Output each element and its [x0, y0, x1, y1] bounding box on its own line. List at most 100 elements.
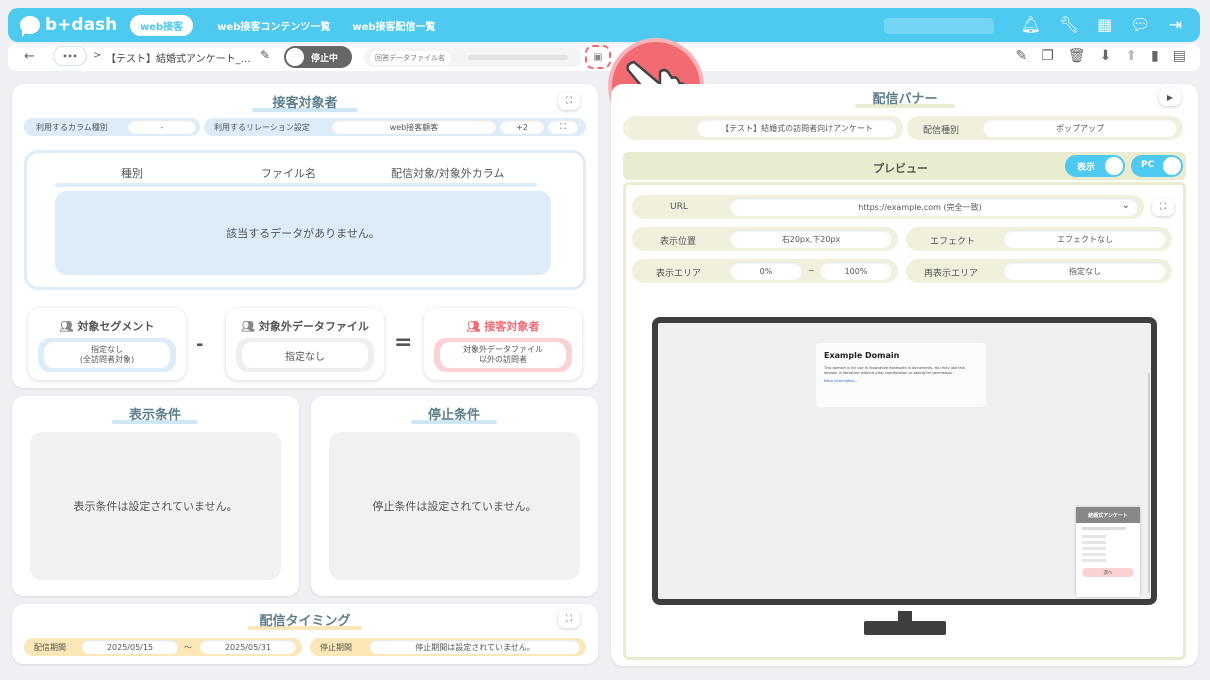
position-label: 表示位置 [660, 237, 697, 247]
preview-header: プレビュー 表示 PC [623, 152, 1186, 180]
banner-type-row: 配信種別 ポップアップ [907, 116, 1183, 140]
result-value: 対象外データファイル 以外の訪問者 [440, 342, 566, 368]
popup-preview: 結婚式アンケート 次へ [1076, 507, 1140, 597]
period-end: 2025/05/31 [200, 640, 296, 654]
col-file-header: ファイル名 [261, 167, 316, 180]
stop-condition-title: 停止条件 [411, 404, 497, 424]
logout-icon[interactable]: ⇥ [1169, 17, 1182, 33]
result-value-box: 対象外データファイル 以外の訪問者 [434, 338, 572, 372]
breadcrumb-separator: > [93, 50, 102, 61]
redisplay-value: 指定なし [1004, 262, 1166, 280]
monitor-stand [864, 621, 946, 635]
result-card: 👥︎ 接客対象者 対象外データファイル 以外の訪問者 [424, 308, 582, 380]
blurred-file-name [468, 55, 568, 60]
logo-text: b+dash [45, 15, 118, 35]
period-label: 配信期間 [34, 643, 66, 652]
banner-name-value: 【テスト】結婚式の訪問者向けアンケート [697, 119, 897, 137]
banner-panel: 配信バナー ▶ 【テスト】結婚式の訪問者向けアンケート 配信種別 ポップアップ … [611, 84, 1198, 666]
segment-value: 指定なし (全訪問者対象) [44, 342, 170, 368]
relation-more[interactable]: +2 [500, 120, 544, 134]
grid-icon[interactable]: ▦ [1097, 17, 1112, 33]
users-icon: 👥︎ [59, 320, 78, 333]
copy-icon[interactable]: ❐ [1041, 48, 1054, 64]
segment-value-box: 指定なし (全訪問者対象) [38, 338, 176, 372]
more-button[interactable]: ••• [54, 47, 86, 65]
display-condition-empty: 表示条件は設定されていません。 [30, 432, 281, 580]
show-toggle[interactable]: 表示 [1065, 155, 1125, 177]
banner-type-label: 配信種別 [923, 126, 960, 136]
timing-expand-button[interactable]: ⛶ [558, 610, 580, 628]
column-type-label: 利用するカラム種別 [36, 123, 108, 132]
display-condition-panel: 表示条件 表示条件は設定されていません。 [12, 396, 299, 596]
download-icon[interactable]: ⬇ [1100, 48, 1112, 64]
column-type-row: 利用するカラム種別 - [24, 118, 200, 136]
excluded-file-card[interactable]: 👥︎ 対象外データファイル 指定なし [226, 308, 384, 380]
display-condition-title: 表示条件 [112, 404, 198, 424]
segment-card[interactable]: 👥︎ 対象セグメント 指定なし (全訪問者対象) [28, 308, 186, 380]
stop-period-row: 停止期間 停止期間は設定されていません。 [310, 638, 586, 656]
area-row: 表示エリア 0% ~ 100% [632, 259, 898, 283]
target-expand-button[interactable]: ⛶ [558, 92, 580, 110]
nav-delivery-list[interactable]: web接客配信一覧 [352, 18, 435, 33]
logo[interactable]: b+dash [20, 15, 130, 37]
redisplay-row: 再表示エリア 指定なし [906, 259, 1172, 283]
position-value: 右20px,下20px [730, 230, 892, 248]
trash-icon[interactable]: 🗑︎ [1068, 48, 1086, 64]
target-title: 接客対象者 [252, 92, 358, 112]
edit-icon[interactable]: ✎ [1016, 48, 1028, 64]
bell-icon[interactable]: 🔔︎ [1021, 17, 1041, 33]
clipboard-copy-icon[interactable]: ▣ [585, 45, 611, 69]
url-value: https://example.com (完全一致) [858, 203, 982, 212]
back-arrow-icon[interactable]: ← [24, 49, 35, 64]
wrench-icon[interactable]: 🔧︎ [1059, 17, 1079, 33]
timing-title: 配信タイミング [248, 610, 362, 630]
show-toggle-knob [1105, 157, 1123, 175]
period-tilde: ～ [184, 643, 192, 652]
pc-toggle-knob [1163, 157, 1181, 175]
url-expand-button[interactable]: ⛶ [1152, 198, 1174, 216]
popup-question-line [1082, 527, 1126, 530]
edit-pencil-icon[interactable]: ✎ [260, 48, 270, 62]
nav-content-list[interactable]: web接客コンテンツ一覧 [217, 18, 330, 33]
target-panel: 接客対象者 ⛶ 利用するカラム種別 - 利用するリレーション設定 web接客顧客… [12, 84, 598, 388]
popup-option [1082, 553, 1106, 556]
area-label: 表示エリア [656, 269, 702, 279]
show-toggle-label: 表示 [1077, 163, 1096, 173]
relation-label: 利用するリレーション設定 [214, 123, 310, 132]
excluded-value-box: 指定なし [236, 338, 374, 372]
status-toggle[interactable]: 停止中 [284, 46, 352, 68]
stats-icon[interactable]: ▮ [1151, 48, 1159, 64]
chat-icon[interactable]: 💬︎ [1130, 17, 1150, 33]
upload-icon[interactable]: ⬆ [1125, 48, 1137, 64]
url-select[interactable]: https://example.com (完全一致) ⌄ [730, 198, 1138, 216]
position-row: 表示位置 右20px,下20px [632, 227, 898, 251]
play-button[interactable]: ▶ [1159, 88, 1181, 106]
excluded-value: 指定なし [242, 342, 368, 368]
example-site-card: Example Domain This domain is for use in… [816, 343, 986, 407]
nav-web-service[interactable]: web接客 [130, 14, 194, 36]
minus-operator: - [196, 334, 204, 355]
users-icon: 👥︎ [466, 320, 485, 333]
popup-option [1082, 541, 1106, 544]
table-empty-state: 該当するデータがありません。 [55, 191, 551, 275]
stop-condition-panel: 停止条件 停止条件は設定されていません。 [311, 396, 598, 596]
users-icon: 👥︎ [241, 320, 259, 333]
monitor-preview: Example Domain This domain is for use in… [652, 317, 1157, 605]
banner-title: 配信バナー [855, 88, 955, 108]
segment-title-row: 👥︎ 対象セグメント [59, 320, 155, 333]
relation-expand-icon[interactable]: ⛶ [548, 120, 578, 134]
effect-label: エフェクト [930, 237, 976, 247]
document-icon[interactable]: ▤ [1173, 48, 1186, 64]
pc-toggle[interactable]: PC [1131, 155, 1183, 177]
example-site-title: Example Domain [824, 351, 900, 360]
period-row: 配信期間 2025/05/15 ～ 2025/05/31 [24, 638, 302, 656]
effect-row: エフェクト エフェクトなし [906, 227, 1172, 251]
equals-operator: = [394, 330, 413, 355]
answer-file-field[interactable]: 回答データファイル名 [364, 48, 582, 67]
result-title-row: 👥︎ 接客対象者 [466, 320, 540, 333]
popup-option [1082, 535, 1106, 538]
blurred-account-info [884, 18, 994, 34]
example-site-link[interactable]: More information... [824, 379, 978, 383]
top-navbar: b+dash web接客 web接客コンテンツ一覧 web接客配信一覧 🔔︎ 🔧… [8, 8, 1200, 42]
toolbar: ← ••• > 【テスト】結婚式アンケート_… ✎ 停止中 回答データファイル名… [8, 44, 1200, 71]
